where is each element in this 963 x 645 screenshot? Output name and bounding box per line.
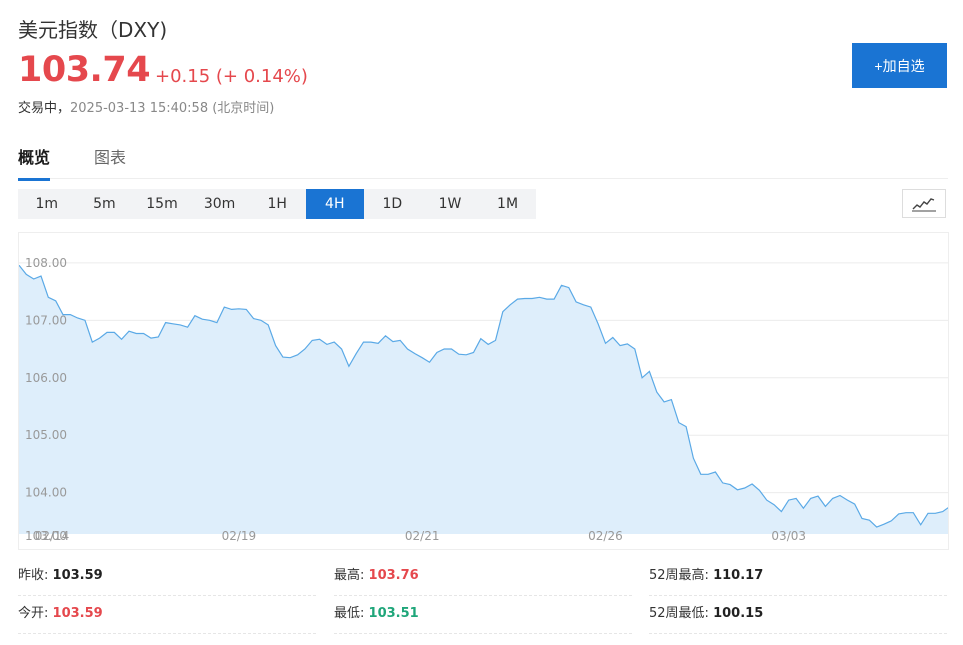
period-button-5m[interactable]: 5m <box>76 189 134 219</box>
period-button-1m[interactable]: 1M <box>479 189 537 219</box>
stat-open: 今开: 103.59 <box>18 598 316 634</box>
timestamp: 2025-03-13 15:40:58 (北京时间) <box>70 101 275 116</box>
stats-row-2: 今开: 103.59 最低: 103.51 52周最低: 100.15 <box>18 598 948 636</box>
high-value: 103.76 <box>368 568 419 583</box>
y-tick-label: 104.00 <box>25 486 67 500</box>
price-chart[interactable]: 104.00 105.00 106.00 107.00 108.00 103.00 02/1… <box>18 232 949 550</box>
x-tick-label: 02/14 <box>35 529 70 543</box>
period-button-1d[interactable]: 1D <box>364 189 422 219</box>
current-price: 103.74 <box>18 50 151 90</box>
open-value: 103.59 <box>52 606 103 621</box>
period-button-1w[interactable]: 1W <box>421 189 479 219</box>
low52-value: 100.15 <box>713 606 764 621</box>
status-label: 交易中， <box>18 101 71 116</box>
stat-high: 最高: 103.76 <box>334 560 632 596</box>
period-selector: 1m 5m 15m 30m 1H 4H 1D 1W 1M <box>18 189 537 219</box>
period-button-30m[interactable]: 30m <box>191 189 249 219</box>
x-tick-label: 02/19 <box>222 529 257 543</box>
price-change: +0.15 (+ 0.14%) <box>155 66 308 87</box>
period-button-1h[interactable]: 1H <box>248 189 306 219</box>
stat-52w-low: 52周最低: 100.15 <box>649 598 947 634</box>
add-watchlist-button[interactable]: +加自选 <box>852 43 947 88</box>
y-tick-label: 108.00 <box>25 256 67 270</box>
x-tick-label: 03/03 <box>771 529 806 543</box>
chart-type-toggle[interactable] <box>902 189 946 218</box>
stat-low: 最低: 103.51 <box>334 598 632 634</box>
prev-close-value: 103.59 <box>52 568 103 583</box>
period-button-4h[interactable]: 4H <box>305 189 364 219</box>
period-button-15m[interactable]: 15m <box>133 189 191 219</box>
y-tick-label: 107.00 <box>25 313 67 327</box>
chart-canvas: 104.00105.00106.00107.00108.00103.0002/1… <box>19 256 948 543</box>
price-area <box>19 265 948 534</box>
stat-prev-close: 昨收: 103.59 <box>18 560 316 596</box>
stats-row-1: 昨收: 103.59 最高: 103.76 52周最高: 110.17 <box>18 560 948 598</box>
tab-chart[interactable]: 图表 <box>94 144 126 178</box>
line-chart-icon <box>912 198 936 212</box>
low-value: 103.51 <box>368 606 419 621</box>
page-title: 美元指数（DXY) <box>18 18 168 42</box>
period-button-1m[interactable]: 1m <box>18 189 76 219</box>
tab-bar: 概览 图表 <box>18 144 948 181</box>
tab-overview[interactable]: 概览 <box>18 144 51 181</box>
y-tick-label: 105.00 <box>25 428 67 442</box>
high52-value: 110.17 <box>713 568 764 583</box>
x-tick-label: 02/26 <box>588 529 623 543</box>
trade-status: 交易中，2025-03-13 15:40:58 (北京时间) <box>18 97 274 116</box>
x-tick-label: 02/21 <box>405 529 440 543</box>
y-tick-label: 106.00 <box>25 371 67 385</box>
stat-52w-high: 52周最高: 110.17 <box>649 560 947 596</box>
